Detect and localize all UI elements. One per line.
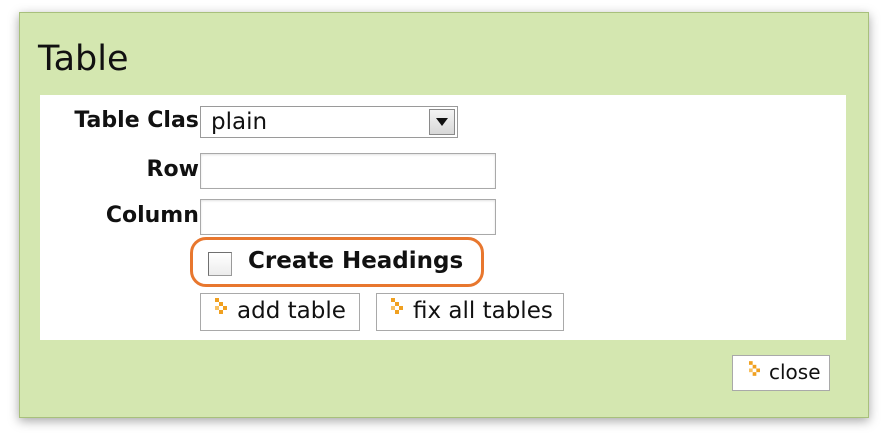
orange-arrow-icon: [391, 298, 403, 314]
fix-all-tables-label: fix all tables: [413, 298, 553, 324]
fix-all-tables-button[interactable]: fix all tables: [376, 293, 564, 331]
columns-label: Columns: [105, 203, 212, 228]
close-button[interactable]: close: [732, 355, 830, 391]
columns-input[interactable]: [200, 199, 496, 235]
rows-label: Rows: [146, 157, 212, 182]
table-class-value: plain: [211, 109, 268, 135]
dropdown-arrow-icon[interactable]: [429, 109, 455, 135]
orange-arrow-icon: [215, 298, 227, 314]
rows-input[interactable]: [200, 153, 496, 189]
table-dialog: Table Table Class plain Rows Columns Cre…: [19, 12, 869, 418]
add-table-label: add table: [237, 298, 346, 324]
close-label: close: [769, 360, 821, 384]
table-class-select[interactable]: plain: [200, 106, 458, 138]
table-class-label: Table Class: [74, 108, 212, 133]
form-panel: Table Class plain Rows Columns Create He…: [40, 95, 846, 340]
create-headings-label[interactable]: Create Headings: [248, 248, 463, 274]
create-headings-checkbox[interactable]: [208, 252, 232, 276]
dialog-title: Table: [38, 39, 129, 79]
add-table-button[interactable]: add table: [200, 293, 360, 331]
orange-arrow-icon: [749, 361, 760, 376]
